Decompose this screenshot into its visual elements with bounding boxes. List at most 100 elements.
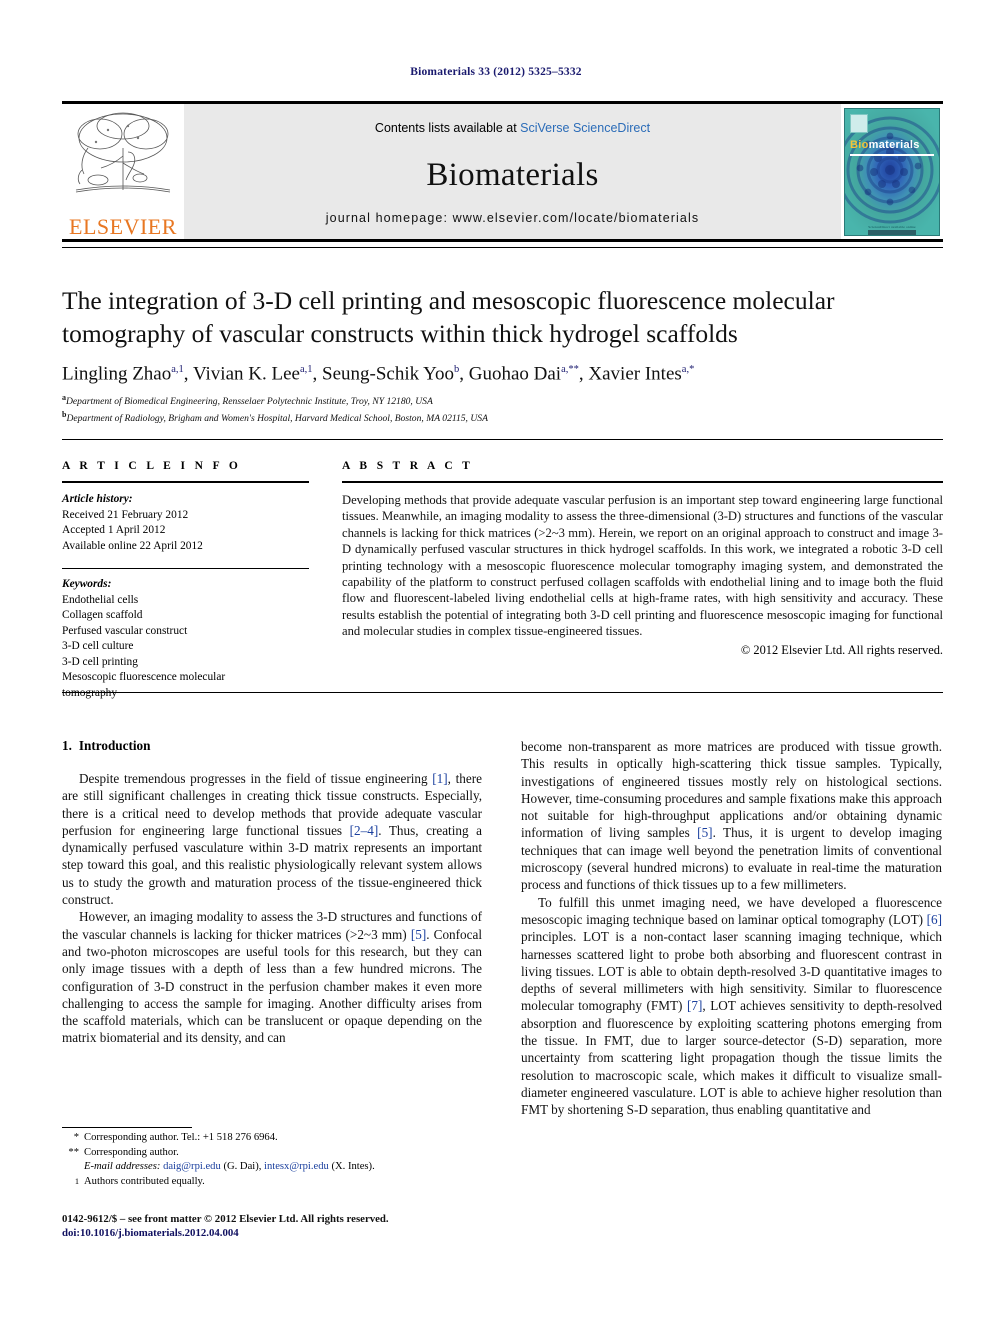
keyword-item: Perfused vascular construct [62,624,188,637]
contents-available-line: Contents lists available at SciVerse Sci… [184,104,841,135]
footnote-emails: E-mail addresses: daig@rpi.edu (G. Dai),… [62,1160,482,1175]
cover-title-part2: materials [868,138,920,151]
intro-left-paragraphs: Despite tremendous progresses in the fie… [62,770,482,1047]
cover-footer-text: ScienceDirect available online [868,224,916,229]
body-column-left: 1. Introduction Despite tremendous progre… [62,738,482,1047]
cover-elsevier-mark [850,113,868,133]
body-text: To fulfill this unmet imaging need, we h… [521,894,942,927]
keyword-item: Endothelial cells [62,593,139,606]
footnote-block: * Corresponding author. Tel.: +1 518 276 … [62,1131,482,1189]
journal-masthead: ELSEVIER Contents lists available at Sci… [62,101,943,242]
article-history-list: Received 21 February 2012 Accepted 1 Apri… [62,508,309,555]
article-info-column: A R T I C L E I N F O Article history: R… [62,460,309,701]
footer-block: 0142-9612/$ – see front matter © 2012 El… [62,1212,562,1241]
citation-link[interactable]: [5] [411,927,426,942]
footnote-divider [62,1127,192,1128]
cover-title-part1: Bio [850,138,869,151]
keyword-item: Mesoscopic fluorescence molecular [62,671,226,683]
affiliation-text: Department of Biomedical Engineering, Re… [66,396,433,408]
author-separator: , [183,363,193,385]
article-history-item: Accepted 1 April 2012 [62,524,166,536]
author-affiliation-mark: a,* [681,364,695,375]
footnote-corresponding-2-text: Corresponding author. [84,1146,179,1158]
info-divider-top [62,439,943,440]
masthead-center: Contents lists available at SciVerse Sci… [184,104,841,239]
author-affiliation-mark: a,1 [171,364,184,375]
email-period: . [372,1161,375,1173]
footnote-equal-text: Authors contributed equally. [84,1175,205,1187]
author-name: Vivian K. Lee [192,363,300,385]
keyword-item: 3-D cell printing [62,655,138,668]
citation-link[interactable]: [5] [697,825,712,840]
affiliation-item: bDepartment of Radiology, Brigham and Wo… [62,409,922,426]
cover-divider [850,153,934,156]
running-head: Biomaterials 33 (2012) 5325–5332 [410,66,582,78]
keyword-item: 3-D cell culture [62,640,134,652]
article-info-rule [62,481,309,483]
citation-link[interactable]: [2–4] [350,823,379,838]
author-list: Lingling Zhaoa,1, Vivian K. Leea,1, Seun… [62,358,922,386]
keywords-rule [62,568,309,569]
abstract-copyright: © 2012 Elsevier Ltd. All rights reserved… [740,642,943,657]
abstract-rule [342,481,943,483]
body-text: , LOT achieves sensitivity to depth-reso… [521,998,943,1118]
author-separator: , [578,363,589,385]
issn-line: 0142-9612/$ – see front matter © 2012 El… [62,1213,389,1225]
keyword-item: tomography [62,686,118,699]
article-history-item: Received 21 February 2012 [62,508,189,521]
section-number: 1. [62,738,72,753]
cover-footer-bar [868,229,916,235]
footnote-equal-contribution: 1 Authors contributed equally. [62,1175,482,1190]
journal-cover-thumbnail: Biomaterials ScienceDirect available onl… [844,107,940,236]
footnote-corresponding-1: * Corresponding author. Tel.: +1 518 276 … [62,1131,482,1146]
title-divider [62,247,943,248]
journal-title: Biomaterials [426,157,599,193]
body-text: . Confocal and two-photon microscopes ar… [62,926,483,1046]
keywords-title: Keywords: [62,578,112,590]
affiliation-list: aDepartment of Biomedical Engineering, R… [62,392,922,426]
author-name: Xavier Intes [588,363,682,385]
section-heading-introduction: 1. Introduction [62,738,482,754]
intro-right-paragraphs: become non-transparent as more matrices … [521,738,942,1119]
abstract-text: Developing methods that provide adequate… [342,493,943,639]
body-column-right: become non-transparent as more matrices … [521,738,942,1119]
elsevier-logo-block: ELSEVIER [62,104,184,239]
affiliation-text: Department of Radiology, Brigham and Wom… [66,412,488,424]
abstract-heading: A B S T R A C T [342,460,474,472]
body-paragraph: become non-transparent as more matrices … [521,738,942,894]
body-paragraph: To fulfill this unmet imaging need, we h… [521,894,942,1119]
email-link-dai[interactable]: daig@rpi.edu [163,1161,221,1172]
citation-link[interactable]: [1] [432,771,447,786]
elsevier-wordmark: ELSEVIER [69,214,177,239]
footnote-mark-one: 1 [74,1176,79,1186]
article-info-heading: A R T I C L E I N F O [62,460,242,472]
sciencedirect-link[interactable]: SciVerse ScienceDirect [520,121,650,135]
footnote-mark-doublestar: ** [68,1146,79,1158]
citation-link[interactable]: [6] [927,912,942,927]
article-history-item: Available online 22 April 2012 [62,539,203,552]
author-affiliation-mark: a,1 [299,364,313,375]
body-paragraph: However, an imaging modality to assess t… [62,908,482,1046]
paper-page: Biomaterials 33 (2012) 5325–5332 ELSEVIE… [0,0,992,1323]
author-name: Lingling Zhao [62,363,172,385]
author-affiliation-mark: a,** [561,364,579,375]
article-history-title: Article history: [62,493,133,505]
affiliation-item: aDepartment of Biomedical Engineering, R… [62,392,922,409]
abstract-column: A B S T R A C T Developing methods that … [342,460,943,658]
contents-prefix: Contents lists available at [374,121,521,135]
email-label: E-mail addresses: [84,1161,161,1173]
doi-line[interactable]: doi:10.1016/j.biomaterials.2012.04.004 [62,1226,562,1240]
body-text: Despite tremendous progresses in the fie… [79,771,433,786]
journal-homepage-line[interactable]: journal homepage: www.elsevier.com/locat… [184,211,841,225]
email-link-intes[interactable]: intesx@rpi.edu [264,1161,329,1172]
section-title: Introduction [78,738,151,753]
journal-cover-block: Biomaterials ScienceDirect available onl… [841,104,943,239]
keywords-list: Endothelial cells Collagen scaffold Perfus… [62,593,309,702]
page-title: The integration of 3-D cell printing and… [62,286,835,348]
citation-link[interactable]: [7] [687,998,702,1013]
info-divider-bottom [62,692,943,693]
author-separator: , [459,363,469,385]
footnote-corresponding-1-text: Corresponding author. Tel.: +1 518 276 6… [84,1132,278,1143]
author-name: Seung-Schik Yoo [322,363,454,385]
author-separator: , [312,363,323,385]
